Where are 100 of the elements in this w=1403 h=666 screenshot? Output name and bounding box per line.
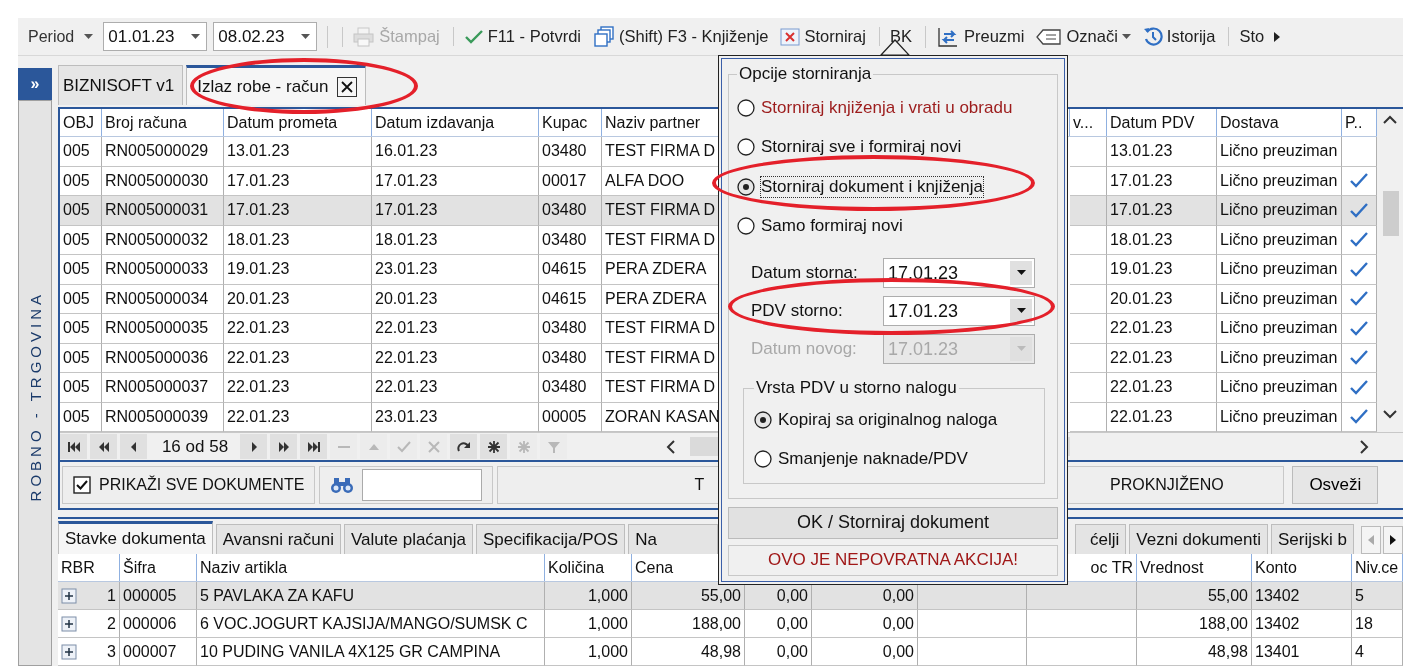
option-label[interactable]: Storniraj knjiženja i vrati u obradu: [761, 97, 1013, 118]
add-button[interactable]: [480, 434, 507, 459]
next-button[interactable]: [240, 434, 267, 459]
checkbox-label: PRIKAŽI SVE DOKUMENTE: [99, 476, 305, 494]
tab[interactable]: Stavke dokumenta: [58, 521, 213, 554]
option-label[interactable]: Storniraj dokument i knjiženja: [761, 176, 984, 197]
scrollbar[interactable]: [1377, 109, 1403, 432]
radio-button[interactable]: [737, 138, 755, 157]
toolbar-button[interactable]: Označi: [1033, 27, 1134, 46]
table-cell: 5: [1352, 582, 1403, 610]
table-cell: RN005000030: [102, 166, 224, 196]
toolbar-button[interactable]: Storniraj: [777, 26, 869, 47]
scrollbar-thumb[interactable]: [1383, 191, 1399, 236]
tab[interactable]: Vezni dokumenti: [1129, 524, 1269, 554]
radio-button[interactable]: [754, 410, 772, 429]
radio-button[interactable]: [737, 177, 755, 196]
page-back-button[interactable]: [90, 434, 117, 459]
checkmark-icon: [1349, 201, 1369, 219]
binoculars-icon[interactable]: [330, 476, 355, 494]
table-cell: 17.01.23: [1107, 196, 1217, 226]
tab[interactable]: BIZNISOFT v1: [58, 65, 184, 105]
option-label[interactable]: Storniraj sve i formiraj novi: [761, 137, 962, 158]
table-cell: 0,00: [745, 638, 812, 666]
toolbar-button[interactable]: Preuzmi: [924, 25, 1028, 48]
table-cell: 005: [60, 402, 102, 432]
confirm-button[interactable]: OK / Storniraj dokument: [728, 507, 1058, 539]
table-cell: 18.01.23: [1107, 225, 1217, 255]
refresh-button[interactable]: [450, 434, 477, 459]
scroll-right-button[interactable]: [1383, 526, 1403, 554]
table-cell: 000006: [120, 610, 197, 638]
status-text: PROKNJIŽENO: [1109, 476, 1224, 494]
last-button[interactable]: [300, 434, 327, 459]
checkmark-icon: [1349, 408, 1369, 426]
expand-icon[interactable]: [61, 587, 77, 604]
table-cell: 005: [60, 166, 102, 196]
table-cell: 04615: [539, 284, 602, 314]
table-cell: 1,000: [545, 638, 632, 666]
page-forward-button[interactable]: [270, 434, 297, 459]
checkbox[interactable]: [73, 476, 91, 494]
tab[interactable]: Serijski b: [1271, 524, 1354, 554]
previous-button[interactable]: [120, 434, 147, 459]
status-text: T: [694, 476, 705, 494]
table-cell: Lično preuziman: [1217, 225, 1342, 255]
table-cell: RN005000037: [102, 373, 224, 403]
table-cell: 04615: [539, 255, 602, 285]
table-cell: 22.01.23: [1107, 343, 1217, 373]
column-header[interactable]: v...: [1070, 109, 1107, 136]
column-header[interactable]: Šifra: [120, 554, 197, 581]
page-forward-icon: [276, 439, 291, 454]
search-field[interactable]: [362, 469, 483, 501]
table-cell: 005: [60, 373, 102, 403]
table-cell: RN005000032: [102, 225, 224, 255]
tab[interactable]: ćelji: [1075, 524, 1127, 554]
table-cell: 18.01.23: [224, 225, 372, 255]
option-label[interactable]: Smanjenje naknade/PDV: [778, 449, 968, 470]
expand-icon[interactable]: [61, 615, 77, 632]
tab[interactable]: Specifikacija/POS: [476, 524, 626, 554]
table-cell: 22.01.23: [224, 343, 372, 373]
table-cell: RN005000034: [102, 284, 224, 314]
expand-button[interactable]: »: [18, 68, 52, 100]
table-cell: 005: [60, 255, 102, 285]
tab[interactable]: Izlaz robe - račun: [186, 65, 366, 105]
table-cell: 0,00: [812, 610, 918, 638]
table-cell: 17.01.23: [372, 196, 539, 226]
overflow-arrow-icon[interactable]: [1273, 30, 1282, 43]
toolbar-button[interactable]: Istorija: [1139, 26, 1219, 47]
toolbar-button[interactable]: Sto: [1228, 27, 1268, 46]
table-cell: 16.01.23: [372, 137, 539, 167]
table-cell: 20.01.23: [372, 284, 539, 314]
radio-button[interactable]: [737, 98, 755, 117]
table-cell: 5 PAVLAKA ZA KAFU: [197, 582, 545, 610]
field-label: PDV storno:: [751, 301, 844, 321]
tab[interactable]: Na: [628, 524, 719, 554]
date-field[interactable]: 08.02.23: [213, 22, 318, 51]
refresh-button[interactable]: Osveži: [1292, 466, 1379, 504]
option-label[interactable]: Kopiraj sa originalnog naloga: [778, 409, 998, 430]
date-field[interactable]: 17.01.23: [883, 296, 1035, 326]
table-cell: 005: [60, 284, 102, 314]
table-cell: 005: [60, 225, 102, 255]
column-header[interactable]: OBJ: [60, 109, 102, 136]
tab[interactable]: Valute plaćanja: [344, 524, 473, 554]
first-button[interactable]: [60, 434, 87, 459]
table-cell: RN005000035: [102, 314, 224, 344]
table-cell: 23.01.23: [372, 402, 539, 432]
table-cell: 18: [1352, 610, 1403, 638]
cross-icon: [426, 439, 441, 454]
expand-icon[interactable]: [61, 643, 77, 660]
date-field[interactable]: 17.01.23: [883, 258, 1035, 288]
radio-button[interactable]: [737, 217, 755, 236]
toolbar-button[interactable]: (Shift) F3 - Knjiženje: [590, 25, 772, 48]
table-cell: 00005: [539, 402, 602, 432]
date-field[interactable]: 01.01.23: [103, 22, 208, 51]
close-icon[interactable]: [336, 76, 357, 97]
table-cell: 005: [60, 196, 102, 226]
radio-button[interactable]: [754, 450, 772, 469]
option-label[interactable]: Samo formiraj novi: [761, 216, 903, 237]
toolbar-button[interactable]: F11 - Potvrdi: [452, 27, 584, 46]
column-header[interactable]: Vrednost: [1137, 554, 1252, 581]
period-dropdown[interactable]: Period: [24, 27, 98, 46]
tab[interactable]: Avansni računi: [215, 524, 341, 554]
